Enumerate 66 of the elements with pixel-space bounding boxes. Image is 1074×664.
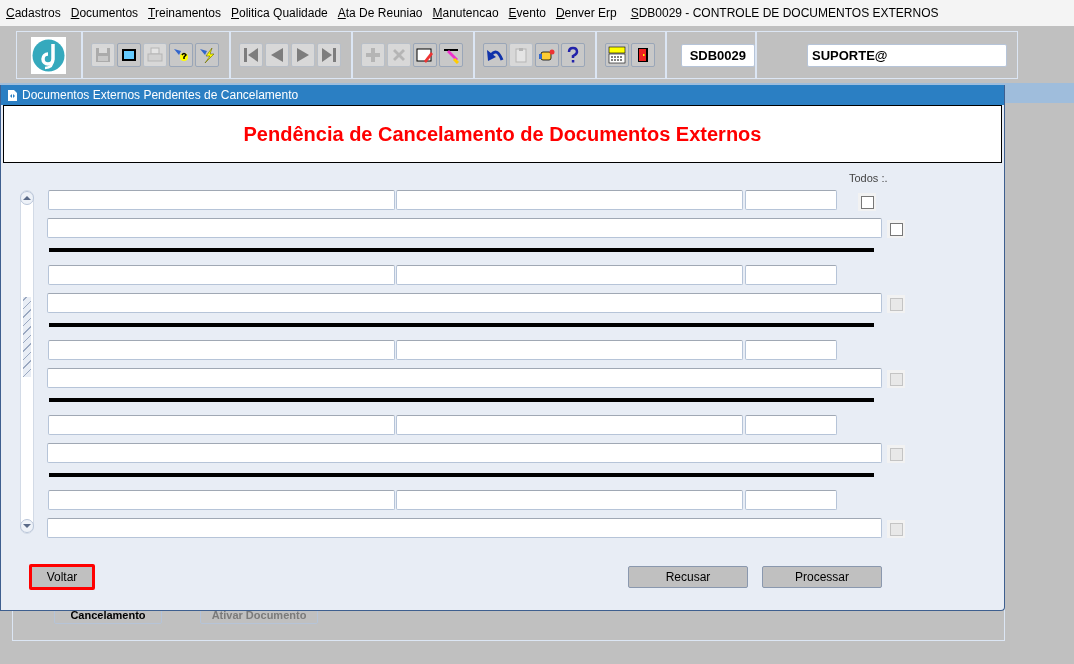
input-field[interactable]	[396, 265, 743, 285]
input-field[interactable]	[745, 490, 837, 510]
last-icon	[319, 46, 338, 64]
run-button[interactable]	[194, 43, 219, 67]
screen-icon	[119, 46, 138, 64]
select-all-checkbox[interactable]	[860, 195, 874, 209]
dialog-title: Documentos Externos Pendentes de Cancelamento	[22, 88, 299, 102]
question-icon	[171, 46, 190, 64]
input-field[interactable]	[745, 265, 837, 285]
floppy-icon	[93, 46, 112, 64]
input-field[interactable]	[396, 340, 743, 360]
menu-item[interactable]: Ata De Reuniao	[337, 6, 423, 20]
user-field: SUPORTE@	[807, 43, 1007, 67]
input-field[interactable]	[745, 190, 837, 210]
input-field[interactable]	[396, 190, 743, 210]
erase-button[interactable]	[438, 43, 463, 67]
window-button[interactable]	[116, 43, 141, 67]
edit-button[interactable]	[412, 43, 437, 67]
menu-item[interactable]: Politica Qualidade	[231, 6, 328, 20]
heading: Pendência de Cancelamento de Documentos Externos	[243, 122, 762, 146]
pencil-icon	[415, 46, 434, 64]
input-field[interactable]	[47, 293, 882, 313]
menu-item[interactable]: Denver Erp	[555, 6, 617, 20]
logo-icon	[31, 36, 67, 74]
input-field[interactable]	[48, 490, 395, 510]
input-field[interactable]	[47, 368, 882, 388]
action-button[interactable]: Voltar	[29, 564, 95, 590]
menu-item[interactable]: Documentos	[70, 6, 139, 20]
help-button[interactable]	[560, 43, 585, 67]
scroll-down-icon[interactable]	[20, 519, 34, 533]
input-field[interactable]	[48, 265, 395, 285]
input-field[interactable]	[47, 443, 882, 463]
menu-item[interactable]: SDB0029 - CONTROLE DE DOCUMENTOS EXTERNOS	[630, 6, 939, 20]
input-field[interactable]	[47, 518, 882, 538]
hand-button[interactable]	[534, 43, 559, 67]
scrollbar[interactable]	[20, 190, 34, 534]
form-code-field: SDB0029	[680, 43, 755, 67]
menu-item[interactable]: Manutencao	[432, 6, 499, 20]
first-icon	[241, 46, 260, 64]
menu-button[interactable]	[604, 43, 629, 67]
input-field[interactable]	[396, 415, 743, 435]
action-button[interactable]: Recusar	[628, 566, 748, 588]
menu-item[interactable]: Treinamentos	[148, 6, 221, 20]
input-field[interactable]	[48, 340, 395, 360]
query-button[interactable]	[168, 43, 193, 67]
menu-icon	[607, 46, 626, 64]
printer-icon	[145, 46, 164, 64]
input-field[interactable]	[48, 190, 395, 210]
checkbox[interactable]	[889, 222, 903, 236]
menu-item[interactable]: Evento	[508, 6, 546, 20]
input-field[interactable]	[48, 415, 395, 435]
window-icon	[7, 89, 17, 101]
action-button[interactable]: Processar	[762, 566, 882, 588]
select-all-label: Todos :.	[849, 172, 888, 184]
input-field[interactable]	[745, 415, 837, 435]
exit-button[interactable]	[630, 43, 655, 67]
input-field[interactable]	[745, 340, 837, 360]
input-field[interactable]	[47, 218, 882, 238]
lightning-icon	[197, 46, 216, 64]
plus-icon	[363, 46, 382, 64]
menu-item[interactable]: Cadastros	[6, 6, 61, 20]
scroll-up-icon[interactable]	[20, 191, 34, 205]
eraser-icon	[441, 46, 460, 64]
undo-button[interactable]	[482, 43, 507, 67]
input-field[interactable]	[396, 490, 743, 510]
scroll-grip[interactable]	[23, 297, 31, 377]
